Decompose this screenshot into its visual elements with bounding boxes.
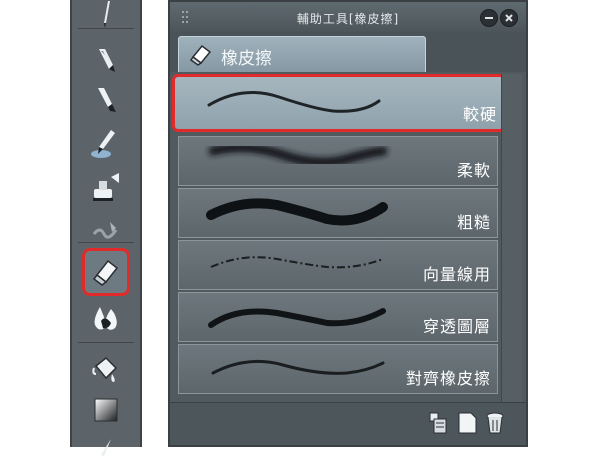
airbrush-tool-button[interactable]	[86, 124, 126, 164]
sub-tool-label: 向量線用	[422, 265, 491, 284]
minimize-button[interactable]	[480, 9, 498, 27]
palette-title: 輔助工具[橡皮擦]	[296, 12, 400, 26]
stroke-preview	[208, 143, 388, 167]
brush-tool-button[interactable]	[86, 80, 126, 120]
blend-icon	[94, 307, 117, 330]
trash-icon[interactable]	[484, 411, 506, 435]
divider	[78, 28, 134, 29]
sub-tool-label: 柔軟	[456, 161, 491, 180]
palette-footer	[170, 402, 526, 445]
decoration-tool-button[interactable]	[86, 210, 126, 250]
minimize-icon	[485, 17, 493, 19]
airbrush-icon	[91, 130, 115, 158]
close-button[interactable]	[500, 9, 518, 27]
sub-tool-label: 較硬	[462, 105, 497, 124]
close-icon	[505, 14, 513, 22]
tool-strip	[70, 0, 142, 456]
blend-tool-button[interactable]	[86, 298, 126, 338]
gradient-tool-button[interactable]	[86, 390, 126, 430]
eraser-icon	[92, 259, 119, 286]
stroke-preview	[207, 91, 381, 113]
stroke-preview	[211, 359, 385, 375]
scrollbar[interactable]	[501, 74, 522, 402]
copy-sub-tool-icon[interactable]	[426, 411, 448, 435]
fountain-pen-icon	[99, 49, 115, 72]
gradient-icon	[94, 398, 118, 422]
sub-tool-label: 穿透圖層	[422, 317, 491, 336]
divider	[78, 342, 134, 343]
fill-tool-button[interactable]	[86, 350, 126, 390]
tab-eraser[interactable]: 橡皮擦	[178, 36, 426, 72]
eraser-icon	[189, 44, 212, 66]
palette-titlebar[interactable]: 輔助工具[橡皮擦]	[170, 2, 526, 32]
stroke-preview	[210, 256, 384, 269]
stamp-icon	[93, 173, 119, 201]
sub-tool-item[interactable]: 向量線用	[178, 240, 498, 290]
pen-icon	[104, 1, 110, 28]
new-sub-tool-icon[interactable]	[456, 411, 478, 435]
sub-tool-item[interactable]: 對齊橡皮擦	[178, 344, 498, 394]
pen-tool-partial[interactable]	[86, 430, 126, 470]
divider	[78, 242, 134, 243]
stroke-preview	[206, 198, 388, 226]
sub-tool-item[interactable]: 穿透圖層	[178, 292, 498, 342]
sub-tool-list: 較硬 柔軟 粗糙 向量線用 穿透圖層 對齊橡皮擦	[172, 74, 506, 402]
pen-tool-button-2[interactable]	[86, 40, 126, 80]
sub-tool-palette: 輔助工具[橡皮擦] 橡皮擦 較硬 柔軟 粗糙 向量線用 穿透圖層 對齊橡皮擦	[168, 0, 528, 447]
pen-icon	[101, 439, 111, 456]
sub-tool-item[interactable]: 粗糙	[178, 188, 498, 238]
eraser-tool-button[interactable]	[82, 248, 130, 296]
stroke-preview	[208, 308, 386, 328]
sub-tool-label: 粗糙	[456, 213, 491, 232]
tab-label: 橡皮擦	[221, 49, 272, 69]
brush-icon	[98, 88, 116, 112]
stamp-tool-button[interactable]	[86, 168, 126, 208]
tab-row: 橡皮擦	[170, 32, 526, 72]
sub-tool-label: 對齊橡皮擦	[405, 369, 491, 388]
sub-tool-item[interactable]: 較硬	[172, 74, 506, 132]
fill-bucket-icon	[92, 356, 118, 382]
sub-tool-item[interactable]: 柔軟	[178, 136, 498, 186]
